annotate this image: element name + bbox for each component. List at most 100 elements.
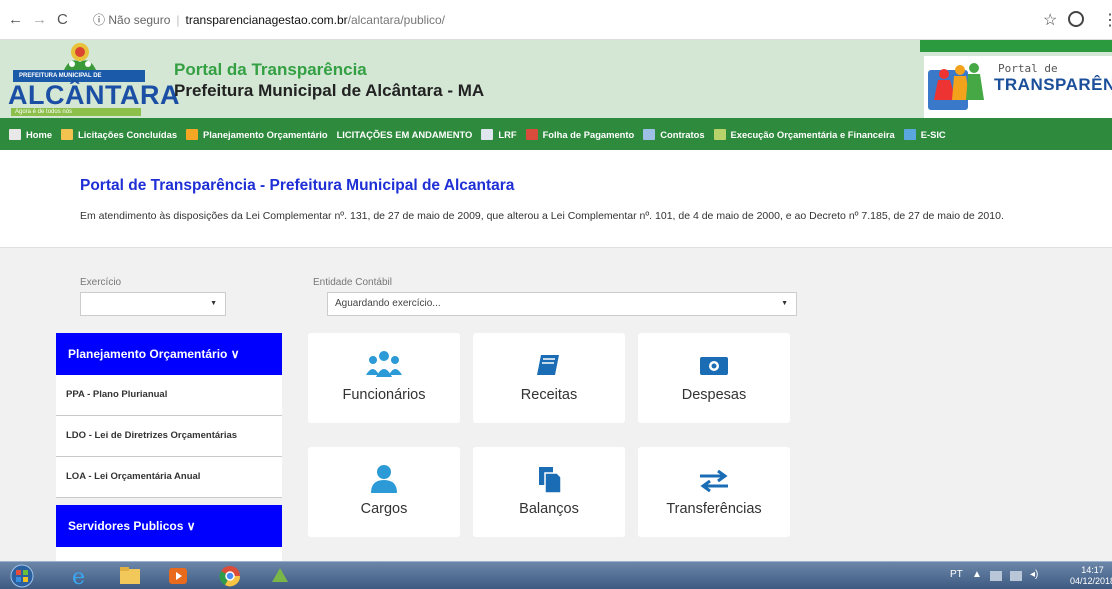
- flame-icon: [186, 128, 199, 140]
- exercicio-label: Exercício: [80, 277, 122, 288]
- sidebar-continued: [56, 547, 282, 561]
- media-player-icon[interactable]: [160, 564, 196, 588]
- document-icon: [481, 128, 494, 140]
- copy-icon: [539, 467, 562, 493]
- nav-item-execução-orçamentária-e-financeira[interactable]: Execução Orçamentária e Financeira: [713, 128, 895, 140]
- battery-icon[interactable]: [1010, 571, 1022, 581]
- nav-item-label: Licitações Concluídas: [78, 128, 178, 140]
- page-title: Portal de Transparência - Prefeitura Mun…: [80, 177, 515, 194]
- reload-icon[interactable]: C: [57, 11, 68, 29]
- url-domain: transparencianagestao.com.br: [185, 13, 348, 27]
- sidebar-item-loa[interactable]: LOA - Lei Orçamentária Anual: [56, 457, 282, 498]
- site-header: PREFEITURA MUNICIPAL DE ALCÂNTARA Agora …: [0, 40, 1112, 118]
- user-icon: [371, 465, 397, 493]
- tile-label: Balanços: [519, 501, 579, 517]
- folder-icon: [61, 128, 74, 140]
- url-path: /alcantara/publico/: [347, 13, 446, 27]
- profile-icon[interactable]: [1068, 11, 1084, 27]
- network-icon[interactable]: [990, 571, 1002, 581]
- tile-label: Cargos: [360, 501, 408, 517]
- tray-arrow-icon[interactable]: ▲: [972, 569, 982, 580]
- chrome-icon[interactable]: [212, 564, 248, 588]
- nav-item-label: Contratos: [660, 128, 705, 140]
- nav-item-label: Home: [26, 128, 53, 140]
- main-navigation: Home Licitações Concluídas Planejamento Or…: [0, 118, 1112, 150]
- info-icon: [903, 128, 916, 140]
- sidebar-section-servidores[interactable]: Servidores Publicos ∨: [56, 505, 282, 547]
- calendar-icon: [525, 128, 538, 140]
- volume-icon[interactable]: ◂): [1030, 569, 1038, 580]
- tile-cargos[interactable]: Cargos: [308, 447, 460, 537]
- home-icon: [9, 128, 21, 140]
- chevron-down-icon: ▼: [210, 300, 217, 307]
- app-icon[interactable]: [262, 564, 298, 588]
- menu-icon[interactable]: ⋮: [1102, 10, 1112, 30]
- browser-toolbar: ← → C ⓘ Não seguro | transparencianagestao…: [0, 0, 1112, 40]
- tile-label: Transferências: [666, 501, 762, 517]
- logo-name: ALCÂNTARA: [8, 80, 180, 110]
- forward-icon[interactable]: →: [32, 11, 47, 29]
- portal-small-text: Portal de: [998, 62, 1058, 75]
- nav-item-licitações-concluídas[interactable]: Licitações Concluídas: [61, 128, 178, 140]
- people-icon: [928, 63, 984, 110]
- security-label: Não seguro: [108, 13, 171, 27]
- nav-item-lrf[interactable]: LRF: [481, 128, 517, 140]
- entidade-select[interactable]: Aguardando exercício... ▼: [327, 292, 797, 316]
- nav-item-planejamento-orçamentário[interactable]: Planejamento Orçamentário: [186, 128, 328, 140]
- svg-text:e: e: [72, 565, 85, 588]
- tile-receitas[interactable]: Receitas: [473, 333, 625, 423]
- sidebar-section-label: Servidores Publicos: [68, 519, 184, 533]
- money-icon: [700, 357, 728, 375]
- tile-label: Funcionários: [342, 387, 426, 403]
- sidebar-item-ldo[interactable]: LDO - Lei de Diretrizes Orçamentárias: [56, 416, 282, 457]
- table-icon: [643, 128, 656, 140]
- language-indicator[interactable]: PT: [950, 569, 963, 580]
- nav-item-label: Execução Orçamentária e Financeira: [730, 128, 895, 140]
- site-title: Portal da Transparência: [174, 60, 367, 79]
- nav-item-label: LICITAÇÕES EM ANDAMENTO: [336, 128, 473, 140]
- book-icon: [537, 355, 559, 375]
- nav-item-home[interactable]: Home: [9, 128, 53, 140]
- tile-label: Receitas: [520, 387, 578, 403]
- clock[interactable]: 14:17 04/12/2018: [1070, 565, 1112, 587]
- nav-item-licitações-em-andamento[interactable]: LICITAÇÕES EM ANDAMENTO: [337, 129, 473, 140]
- start-button-icon[interactable]: [4, 564, 40, 588]
- nav-item-e-sic[interactable]: E-SIC: [903, 128, 946, 140]
- exercicio-select[interactable]: ▼: [80, 292, 226, 316]
- nav-item-contratos[interactable]: Contratos: [643, 128, 705, 140]
- windows-taskbar: e PT ▲ ◂) 14:17 04/12/2018: [0, 561, 1112, 589]
- entidade-value: Aguardando exercício...: [335, 298, 441, 309]
- sidebar-section-planejamento[interactable]: Planejamento Orçamentário ∨: [56, 333, 282, 375]
- municipality-logo[interactable]: PREFEITURA MUNICIPAL DE ALCÂNTARA Agora …: [5, 42, 179, 116]
- portal-transparencia-logo: Portal de TRANSPARÊNCIA: [920, 40, 1112, 118]
- entidade-label: Entidade Contábil: [313, 277, 392, 288]
- clock-date: 04/12/2018: [1070, 576, 1112, 586]
- info-icon[interactable]: ⓘ: [93, 13, 105, 27]
- nav-item-label: Folha de Pagamento: [542, 128, 635, 140]
- back-icon[interactable]: ←: [8, 11, 23, 29]
- address-bar[interactable]: ⓘ Não seguro | transparencianagestao.com.b…: [93, 7, 1093, 33]
- intro-section: Portal de Transparência - Prefeitura Mun…: [0, 150, 1112, 248]
- nav-item-label: LRF: [498, 128, 517, 140]
- chevron-down-icon: ▼: [781, 300, 788, 307]
- logo-slogan: Agora é de todos nós: [11, 108, 141, 116]
- internet-explorer-icon[interactable]: e: [62, 564, 98, 588]
- tile-label: Despesas: [681, 387, 747, 403]
- nav-item-label: E-SIC: [920, 128, 946, 140]
- star-icon[interactable]: ☆: [1043, 10, 1057, 30]
- tile-transferencias[interactable]: Transferências: [638, 447, 790, 537]
- clock-time: 14:17: [1081, 565, 1104, 575]
- exchange-icon: [700, 469, 728, 493]
- users-icon: [366, 351, 402, 377]
- page-description: Em atendimento às disposições da Lei Com…: [80, 210, 1004, 222]
- tile-funcionarios[interactable]: Funcionários: [308, 333, 460, 423]
- sidebar-item-ppa[interactable]: PPA - Plano Plurianual: [56, 375, 282, 416]
- tile-balancos[interactable]: Balanços: [473, 447, 625, 537]
- tools-icon: [713, 128, 726, 140]
- chevron-down-icon: ∨: [186, 519, 196, 533]
- nav-item-label: Planejamento Orçamentário: [203, 128, 328, 140]
- site-subtitle: Prefeitura Municipal de Alcântara - MA: [174, 81, 485, 100]
- nav-item-folha-de-pagamento[interactable]: Folha de Pagamento: [525, 128, 635, 140]
- folder-icon[interactable]: [112, 564, 148, 588]
- tile-despesas[interactable]: Despesas: [638, 333, 790, 423]
